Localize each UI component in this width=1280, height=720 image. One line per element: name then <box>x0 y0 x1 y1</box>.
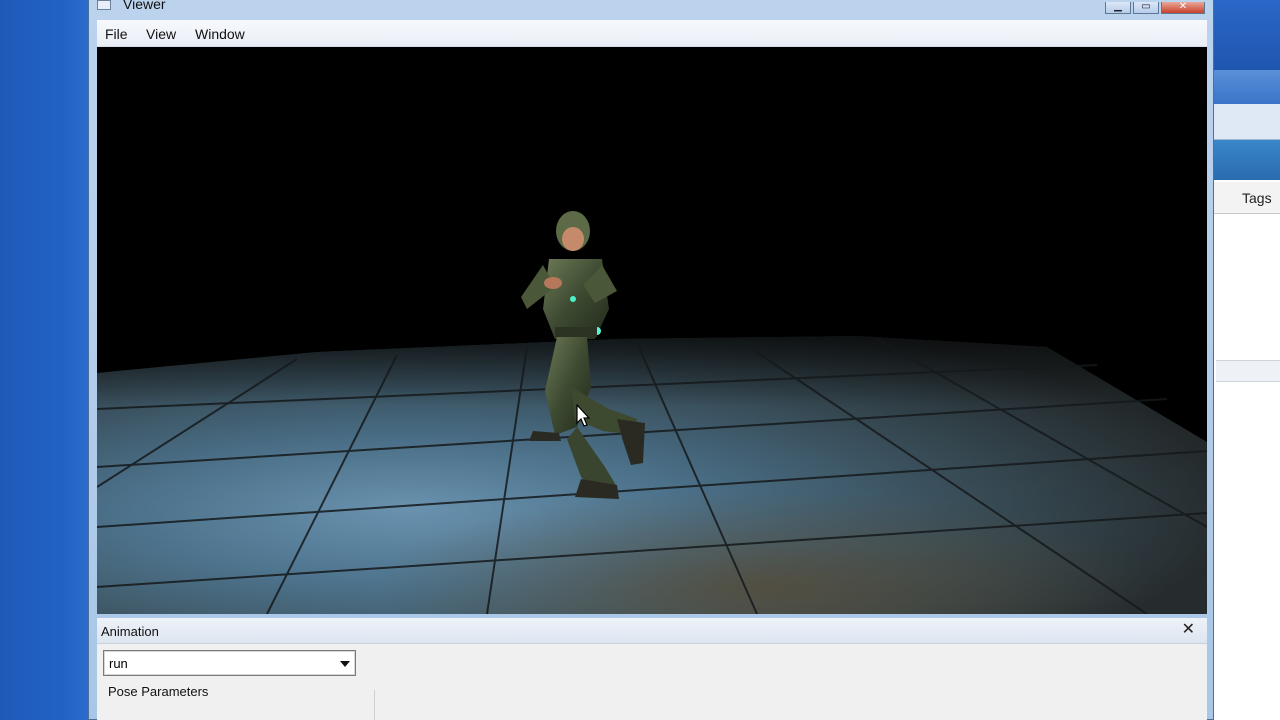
animation-panel-title: Animation <box>101 624 159 639</box>
window-title: Viewer <box>123 0 166 12</box>
pose-parameters-label: Pose Parameters <box>108 684 209 699</box>
minimize-icon: ▁ <box>1114 1 1122 12</box>
background-window-header <box>1206 140 1280 180</box>
scene-render <box>97 211 1207 614</box>
menu-view[interactable]: View <box>146 26 176 42</box>
titlebar[interactable]: Viewer ▁ ▭ ✕ <box>89 0 1213 18</box>
3d-viewport[interactable] <box>97 47 1207 614</box>
close-icon: ✕ <box>1178 1 1188 12</box>
chevron-down-icon <box>340 661 350 667</box>
background-window-divider <box>1216 360 1280 382</box>
mouse-pointer-icon <box>576 404 590 427</box>
animation-panel-body: run Pose Parameters <box>97 644 1207 720</box>
animation-select[interactable]: run <box>103 650 356 676</box>
background-window-toolbar <box>1206 70 1280 104</box>
menu-window[interactable]: Window <box>195 26 245 42</box>
background-window[interactable]: Tags <box>1206 0 1280 720</box>
background-window-address-bar <box>1206 104 1280 140</box>
app-window-icon <box>97 0 111 10</box>
background-window-titlebar[interactable] <box>1206 0 1280 70</box>
maximize-icon: ▭ <box>1141 1 1151 12</box>
animation-select-value: run <box>109 656 128 671</box>
desktop-left-strip <box>0 0 88 720</box>
minimize-button[interactable]: ▁ <box>1105 2 1131 14</box>
tags-tab[interactable]: Tags <box>1242 190 1272 206</box>
close-window-button[interactable]: ✕ <box>1161 2 1205 14</box>
close-icon[interactable]: ✕ <box>1182 622 1195 638</box>
animation-panel-header: Animation ✕ <box>97 618 1207 644</box>
viewer-window: Viewer ▁ ▭ ✕ File View Window Animation … <box>88 0 1214 720</box>
menu-file[interactable]: File <box>105 26 128 42</box>
window-controls: ▁ ▭ ✕ <box>1103 0 1205 14</box>
maximize-button[interactable]: ▭ <box>1133 2 1159 14</box>
menubar: File View Window <box>97 20 1207 47</box>
